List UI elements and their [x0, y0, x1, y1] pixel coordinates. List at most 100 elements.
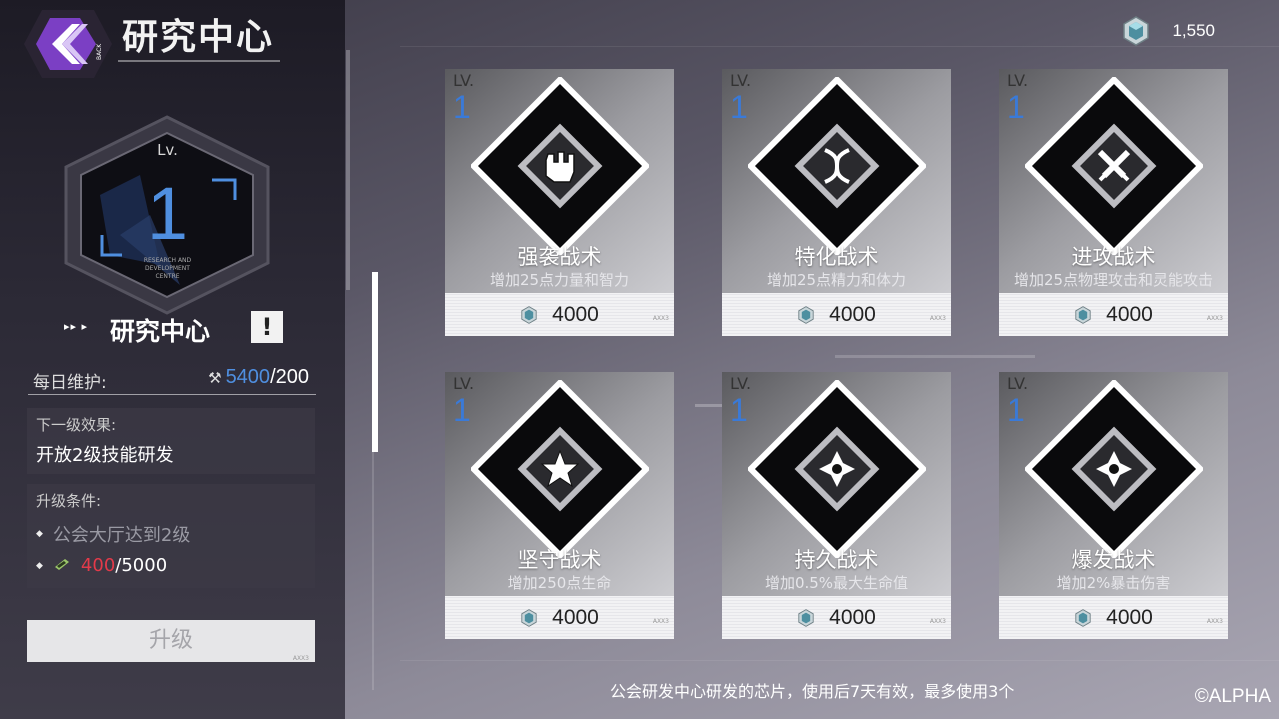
card-level-number: 1 [453, 89, 471, 125]
card-price-bar: 4000 AXX3 [999, 293, 1228, 336]
card-level-number: 1 [1007, 89, 1025, 125]
card-level-label: LV. [1007, 71, 1029, 90]
card-price: 4000 [552, 302, 599, 326]
maintenance-value: ⚒ 5400/200 [208, 366, 309, 389]
card-level-label: LV. [453, 374, 475, 393]
card-price-bar: 4000 AXX3 [722, 596, 951, 639]
level-label: Lv. [157, 141, 178, 159]
panel-divider-line [372, 450, 374, 690]
bg-line [695, 404, 725, 407]
card-tag: AXX3 [1206, 315, 1223, 322]
research-card[interactable]: LV. 1 进攻战术 增加25点物理攻击和灵能攻击 4000 AXX3 [999, 69, 1228, 336]
card-tag: AXX3 [652, 315, 669, 322]
dna-icon [748, 77, 926, 255]
maintenance-divider [28, 394, 316, 395]
upgrade-button[interactable]: 升级 AXX3 [27, 620, 315, 662]
card-price: 4000 [829, 302, 876, 326]
maintenance-current: 5400 [225, 366, 271, 388]
currency-value: 1,550 [1172, 21, 1215, 40]
card-name: 强袭战术 [517, 245, 602, 269]
card-description: 增加25点力量和智力 [489, 271, 630, 289]
condition-item: ◆ 公会大厅达到2级 [36, 525, 191, 546]
svg-text:BACK: BACK [96, 43, 103, 60]
level-hexagon: Lv. 1 RESEARCH AND DEVELOPMENT CENTRE [60, 115, 275, 315]
research-card[interactable]: LV. 1 强袭战术 增加25点力量和智力 4000 AXX3 [445, 69, 674, 336]
card-price: 4000 [1106, 302, 1153, 326]
conditions-label: 升级条件: [36, 492, 102, 510]
card-name: 进攻战术 [1071, 245, 1156, 269]
card-tag: AXX3 [929, 618, 946, 625]
back-button[interactable]: BACK [22, 8, 114, 80]
research-card[interactable]: LV. 1 特化战术 增加25点精力和体力 4000 AXX3 [722, 69, 951, 336]
panel-divider-notch [372, 272, 378, 452]
left-panel: BACK 研究中心 Lv. 1 RESEARCH AND DEVELOPMENT… [0, 0, 345, 719]
card-price-bar: 4000 AXX3 [445, 293, 674, 336]
card-level-number: 1 [730, 89, 748, 125]
next-effect-label: 下一级效果: [36, 416, 117, 434]
crystal-icon [521, 305, 537, 324]
star-shield-icon [471, 380, 649, 558]
crystal-icon [1075, 305, 1091, 324]
card-level-number: 1 [1007, 392, 1025, 428]
card-level-label: LV. [1007, 374, 1029, 393]
condition-item: ◆ 400/5000 [27, 551, 315, 580]
crystal-icon [521, 608, 537, 627]
card-level-number: 1 [730, 392, 748, 428]
next-effect-box: 下一级效果: 开放2级技能研发 [27, 408, 315, 474]
conditions-box: 升级条件: ◆ 公会大厅达到2级 ◆ 400/5000 [27, 484, 315, 588]
card-tag: AXX3 [929, 315, 946, 322]
title-underline [118, 60, 280, 62]
crystal-icon [798, 608, 814, 627]
copyright: ©ALPHA [1194, 686, 1271, 707]
material-icon [53, 555, 71, 576]
fist-icon [471, 77, 649, 255]
centre-subtitle: RESEARCH AND DEVELOPMENT CENTRE [143, 257, 192, 280]
wrench-icon: ⚒ [208, 369, 222, 387]
maintenance-label: 每日维护: [33, 373, 107, 393]
cross-burst-icon [748, 380, 926, 558]
arrows-icon: ▸▸ ▸ [64, 320, 89, 333]
back-arrow-icon: BACK [24, 10, 112, 78]
page-title: 研究中心 [122, 17, 275, 58]
card-price-bar: 4000 AXX3 [999, 596, 1228, 639]
card-description: 增加2%暴击伤害 [1056, 574, 1171, 592]
bg-line [400, 660, 1279, 661]
card-name: 爆发战术 [1071, 548, 1156, 572]
card-name: 持久战术 [794, 548, 879, 572]
condition-required: /5000 [115, 555, 168, 576]
card-name: 特化战术 [794, 245, 879, 269]
research-card[interactable]: LV. 1 持久战术 增加0.5%最大生命值 4000 AXX3 [722, 372, 951, 639]
maintenance-max: /200 [270, 366, 309, 388]
card-price-bar: 4000 AXX3 [722, 293, 951, 336]
level-number: 1 [146, 172, 189, 255]
bg-line [835, 355, 1035, 358]
crossed-swords-icon [1025, 77, 1203, 255]
crystal-icon [1075, 608, 1091, 627]
footer-note: 公会研发中心研发的芯片，使用后7天有效，最多使用3个 [610, 682, 1015, 701]
card-name: 坚守战术 [517, 548, 602, 572]
card-description: 增加25点精力和体力 [766, 271, 907, 289]
card-description: 增加0.5%最大生命值 [764, 574, 909, 592]
currency-display: 1,550 [1122, 16, 1215, 46]
card-level-label: LV. [453, 71, 475, 90]
center-name: 研究中心 [110, 317, 211, 346]
cross-burst-icon [1025, 380, 1203, 558]
card-price: 4000 [829, 605, 876, 629]
bullet-icon: ◆ [36, 529, 43, 539]
crystal-icon [798, 305, 814, 324]
card-price-bar: 4000 AXX3 [445, 596, 674, 639]
card-tag: AXX3 [1206, 618, 1223, 625]
card-level-number: 1 [453, 392, 471, 428]
alert-button[interactable]: ! [251, 311, 283, 343]
bg-line [400, 46, 1279, 47]
card-description: 增加250点生命 [507, 574, 612, 592]
card-level-label: LV. [730, 374, 752, 393]
next-effect-value: 开放2级技能研发 [36, 445, 174, 466]
panel-divider [346, 50, 350, 290]
card-price: 4000 [552, 605, 599, 629]
research-card[interactable]: LV. 1 坚守战术 增加250点生命 4000 AXX3 [445, 372, 674, 639]
bullet-icon: ◆ [36, 560, 43, 571]
research-card[interactable]: LV. 1 爆发战术 增加2%暴击伤害 4000 AXX3 [999, 372, 1228, 639]
card-description: 增加25点物理攻击和灵能攻击 [1013, 271, 1214, 289]
condition-current: 400 [80, 555, 116, 576]
